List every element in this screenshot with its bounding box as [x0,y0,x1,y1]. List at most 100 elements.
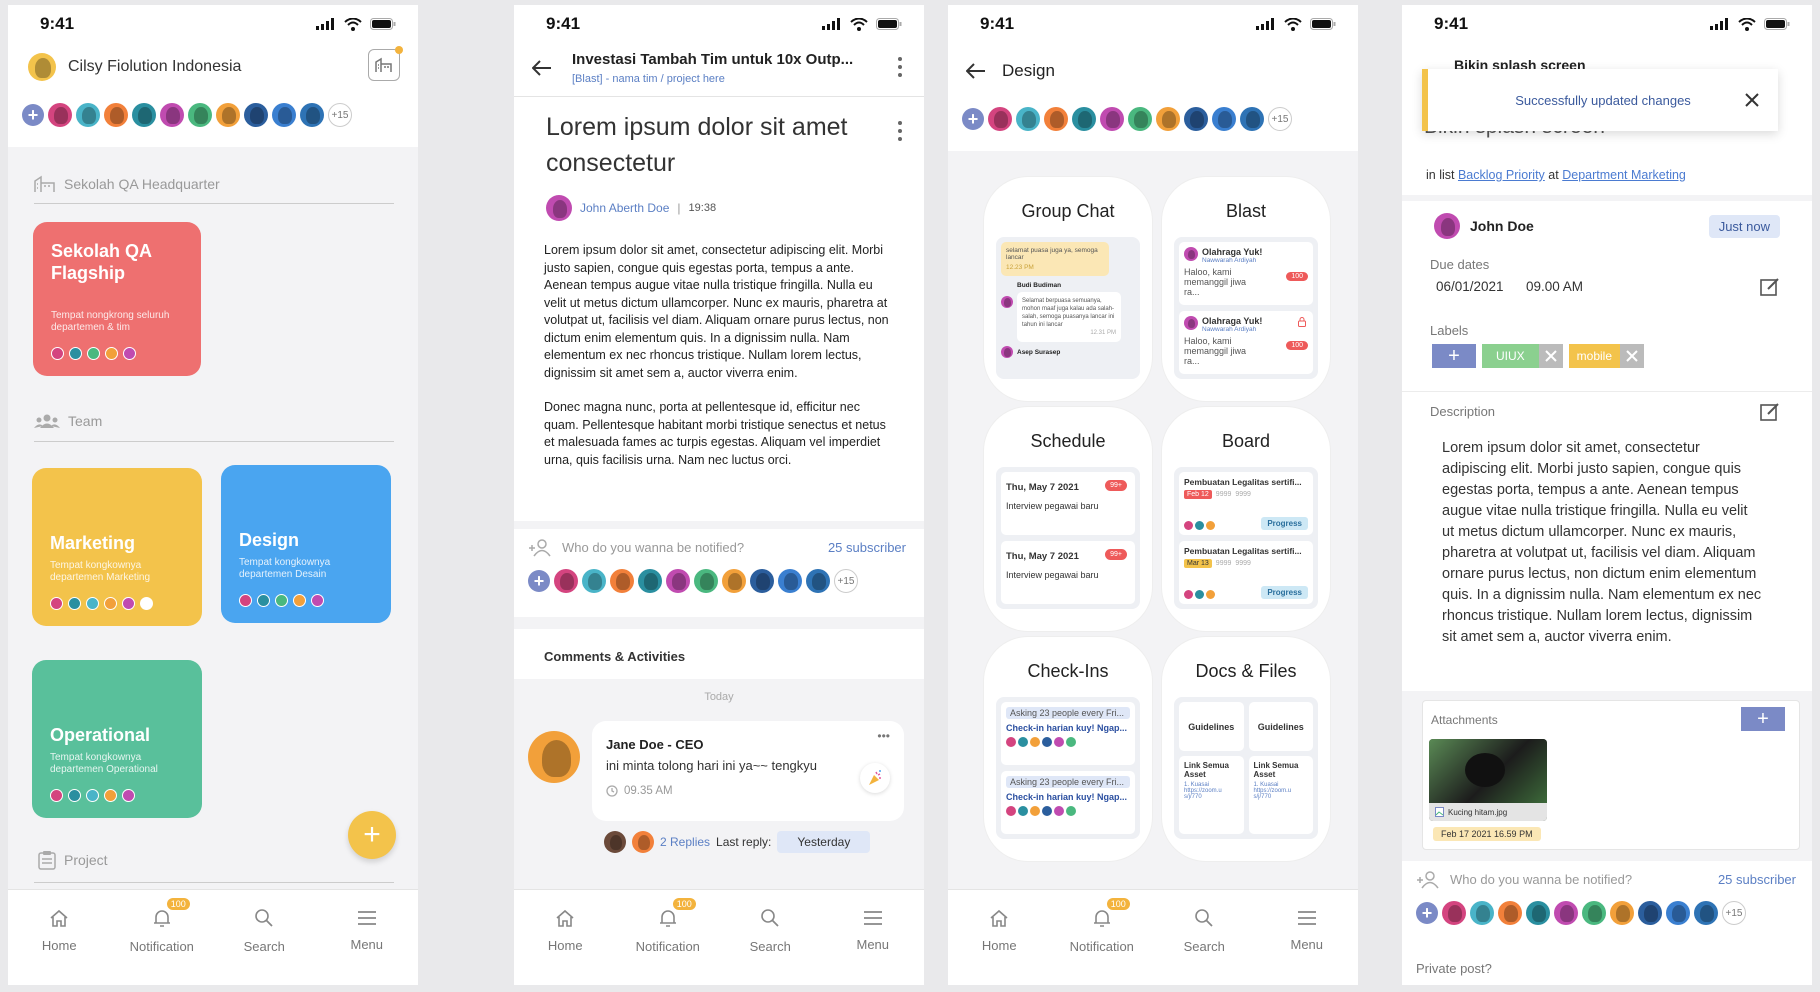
tab-menu[interactable]: Menu [1262,910,1352,952]
member-avatar[interactable] [1240,107,1264,131]
member-avatar[interactable] [188,103,212,127]
member-avatar[interactable] [1100,107,1124,131]
member-avatar[interactable] [1184,107,1208,131]
department-link[interactable]: Department Marketing [1562,168,1686,182]
member-avatar[interactable] [1554,901,1578,925]
more-members-button[interactable]: +15 [328,103,352,127]
member-avatar[interactable] [806,569,830,593]
member-avatar[interactable] [1442,901,1466,925]
member-avatar[interactable] [694,569,718,593]
more-vert-icon[interactable] [898,57,902,77]
member-avatar[interactable] [1156,107,1180,131]
tab-home[interactable]: Home [954,909,1044,953]
member-avatars[interactable]: + +15 [22,103,352,127]
member-avatar[interactable] [554,569,578,593]
commenter-avatar[interactable] [528,731,580,783]
team-card-design[interactable]: Design Tempat kongkownya departemen Desa… [221,465,391,623]
member-avatar[interactable] [988,107,1012,131]
due-time[interactable]: 09.00 AM [1526,279,1583,294]
hq-card[interactable]: Sekolah QA Flagship Tempat nongkrong sel… [33,222,201,376]
feature-card-group-chat[interactable]: Group Chat selamat puasa juga ya, semoga… [984,177,1152,401]
comment-more-icon[interactable]: ••• [877,729,890,743]
list-link[interactable]: Backlog Priority [1458,168,1545,182]
member-avatar[interactable] [582,569,606,593]
building-button[interactable] [368,46,403,81]
member-avatar[interactable] [244,103,268,127]
member-avatar[interactable] [1072,107,1096,131]
close-icon[interactable] [1744,92,1760,108]
more-members-button[interactable]: +15 [1268,107,1292,131]
member-avatar[interactable] [76,103,100,127]
member-avatar[interactable] [1526,901,1550,925]
assignee[interactable]: John Doe [1434,213,1534,239]
add-attachment-button[interactable]: + [1741,707,1785,731]
feature-card-check-ins[interactable]: Check-Ins Asking 23 people every Fri... C… [984,637,1152,861]
more-members-button[interactable]: +15 [834,569,858,593]
feature-card-schedule[interactable]: Schedule Thu, May 7 2021 Interview pegawa… [984,407,1152,631]
member-avatar[interactable] [1128,107,1152,131]
replies-link[interactable]: 2 Replies [660,835,710,849]
team-card-operational[interactable]: Operational Tempat kongkownya departemen… [32,660,202,818]
remove-label-icon[interactable] [1620,344,1645,368]
member-avatar[interactable] [216,103,240,127]
more-members-button[interactable]: +15 [1722,901,1746,925]
due-date[interactable]: 06/01/2021 [1436,279,1504,294]
member-avatar[interactable] [722,569,746,593]
member-avatar[interactable] [1044,107,1068,131]
feature-card-blast[interactable]: Blast Olahraga Yuk! Nawwarah Ardiyah Halo… [1162,177,1330,401]
member-avatar[interactable] [778,569,802,593]
more-vert-icon[interactable] [898,121,902,141]
member-avatar[interactable] [1582,901,1606,925]
edit-icon[interactable] [1760,277,1780,297]
member-avatar[interactable] [300,103,324,127]
tab-notification[interactable]: 100 Notification [1057,897,1147,954]
member-avatars[interactable]: + +15 [962,107,1292,131]
member-avatar[interactable] [666,569,690,593]
tab-search[interactable]: Search [219,908,309,954]
member-avatar[interactable] [272,103,296,127]
subscriber-avatars[interactable]: + +15 [1416,901,1746,925]
org-switcher[interactable]: Cilsy Fiolution Indonesia [28,53,241,81]
reaction-button[interactable] [860,763,890,793]
member-avatar[interactable] [610,569,634,593]
member-avatar[interactable] [1498,901,1522,925]
notify-input[interactable]: Who do you wanna be notified? [1450,872,1632,887]
tab-notification[interactable]: 100 Notification [623,897,713,954]
notify-input[interactable]: Who do you wanna be notified? [562,540,744,555]
member-avatar[interactable] [1610,901,1634,925]
attachment-thumbnail[interactable]: Kucing hitam.jpg [1429,739,1547,821]
add-member-button[interactable]: + [1416,902,1438,924]
private-post-toggle[interactable]: Private post? [1416,961,1492,976]
member-avatar[interactable] [638,569,662,593]
member-avatar[interactable] [48,103,72,127]
tab-home[interactable]: Home [14,909,104,953]
member-avatar[interactable] [1470,901,1494,925]
feature-card-docs-files[interactable]: Docs & Files Guidelines Guidelines Link … [1162,637,1330,861]
back-arrow-icon[interactable] [532,60,552,76]
subscriber-avatars[interactable]: + +15 [528,569,858,593]
post-author[interactable]: John Aberth Doe | 19:38 [546,195,716,221]
add-fab-button[interactable]: + [348,811,396,859]
add-member-button[interactable]: + [962,108,984,130]
tab-home[interactable]: Home [520,909,610,953]
member-avatar[interactable] [1694,901,1718,925]
tab-notification[interactable]: 100 Notification [117,897,207,954]
edit-icon[interactable] [1760,402,1780,422]
team-card-marketing[interactable]: Marketing Tempat kongkownya departemen M… [32,468,202,626]
subscriber-count[interactable]: 25 subscriber [828,540,906,555]
back-arrow-icon[interactable] [966,63,986,79]
tab-menu[interactable]: Menu [322,910,412,952]
member-avatar[interactable] [750,569,774,593]
member-avatar[interactable] [132,103,156,127]
add-member-button[interactable]: + [528,570,550,592]
member-avatar[interactable] [104,103,128,127]
add-member-button[interactable]: + [22,104,44,126]
feature-card-board[interactable]: Board Pembuatan Legalitas sertifi... Feb… [1162,407,1330,631]
subscriber-count[interactable]: 25 subscriber [1718,872,1796,887]
remove-label-icon[interactable] [1538,344,1563,368]
member-avatar[interactable] [1212,107,1236,131]
tab-search[interactable]: Search [1159,908,1249,954]
member-avatar[interactable] [1638,901,1662,925]
reply-summary[interactable]: 2 Replies Last reply: Yesterday [604,831,871,853]
tab-search[interactable]: Search [725,908,815,954]
